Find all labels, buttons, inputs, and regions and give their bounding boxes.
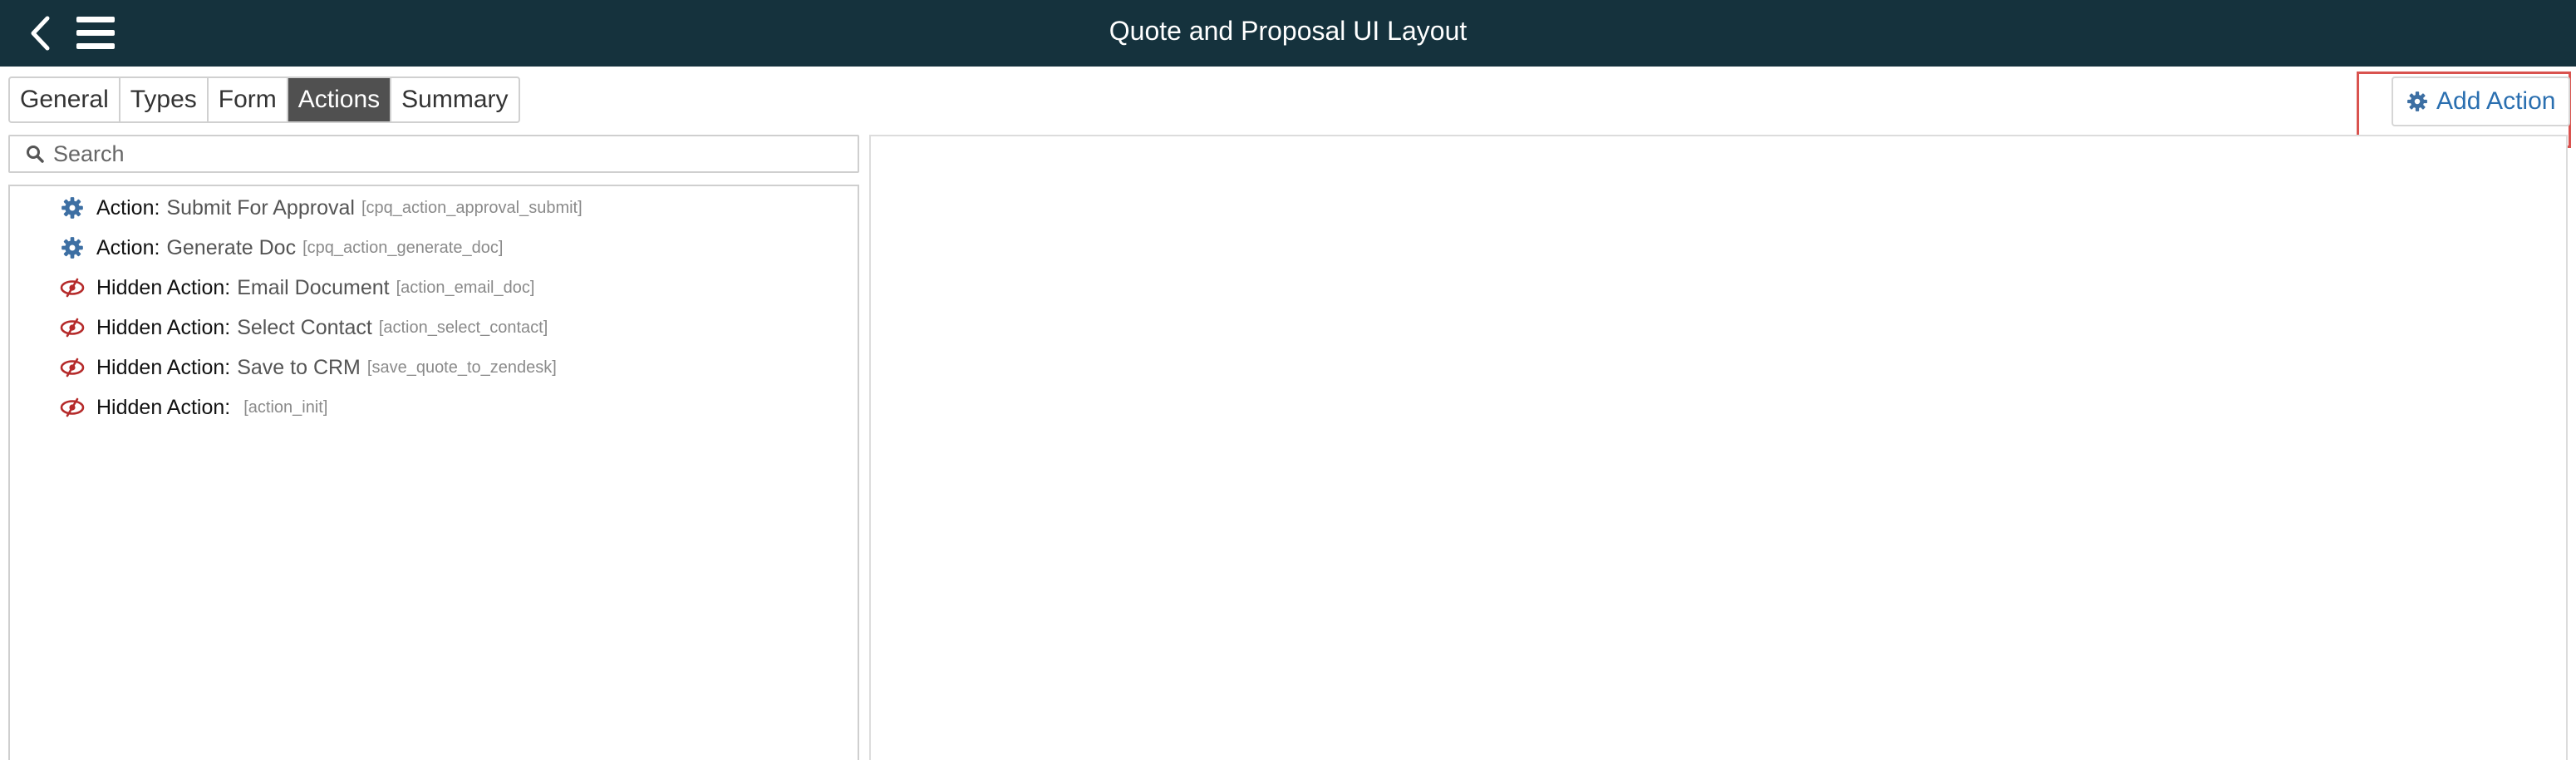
eye-slash-icon (58, 315, 86, 340)
action-code: [cpq_action_generate_doc] (302, 238, 504, 257)
action-name: Submit For Approval (166, 195, 355, 220)
search-icon (27, 146, 44, 163)
top-header-bar: Quote and Proposal UI Layout (0, 0, 2576, 67)
action-name: Save to CRM (237, 355, 361, 379)
action-code: [save_quote_to_zendesk] (366, 358, 557, 377)
chevron-left-icon (31, 16, 50, 51)
tab-actions[interactable]: Actions (288, 78, 392, 121)
action-name: Select Contact (237, 315, 372, 339)
page-title: Quote and Proposal UI Layout (1109, 16, 1467, 46)
list-item-hidden-action[interactable]: Hidden Action: Email Document [action_em… (58, 271, 534, 304)
action-detail-panel (869, 135, 2568, 760)
action-prefix: Hidden Action: (96, 395, 231, 419)
action-code: [action_select_contact] (378, 318, 548, 337)
tab-bar: General Types Form Actions Summary (8, 76, 520, 123)
gear-icon (2407, 91, 2427, 111)
gear-icon (58, 235, 86, 260)
action-prefix: Action: (96, 195, 160, 220)
add-action-button[interactable]: Add Action (2392, 76, 2571, 126)
hamburger-menu-icon (76, 17, 115, 22)
list-item-hidden-action[interactable]: Hidden Action: Select Contact [action_se… (58, 311, 548, 344)
tab-form[interactable]: Form (209, 78, 288, 121)
add-action-label: Add Action (2436, 87, 2556, 115)
tab-summary[interactable]: Summary (391, 78, 518, 121)
action-name: Generate Doc (166, 235, 297, 259)
tab-general[interactable]: General (10, 78, 120, 121)
eye-slash-icon (58, 355, 86, 380)
list-item-action[interactable]: Action: Submit For Approval [cpq_action_… (58, 191, 583, 225)
action-code: [cpq_action_approval_submit] (361, 198, 583, 217)
back-button[interactable] (23, 12, 57, 55)
eye-slash-icon (58, 395, 86, 420)
action-prefix: Hidden Action: (96, 355, 231, 379)
list-item-action[interactable]: Action: Generate Doc [cpq_action_generat… (58, 231, 503, 264)
actions-list-panel: Action: Submit For Approval [cpq_action_… (8, 185, 859, 760)
search-box (8, 135, 859, 173)
hamburger-menu-button[interactable] (75, 15, 116, 52)
action-prefix: Hidden Action: (96, 275, 231, 299)
list-item-hidden-action[interactable]: Hidden Action: [action_init] (58, 391, 327, 424)
action-code: [action_email_doc] (396, 278, 535, 297)
action-prefix: Action: (96, 235, 160, 259)
search-input[interactable] (53, 141, 851, 167)
action-name: Email Document (237, 275, 390, 299)
list-item-hidden-action[interactable]: Hidden Action: Save to CRM [save_quote_t… (58, 351, 557, 384)
action-code: [action_init] (243, 397, 328, 417)
eye-slash-icon (58, 275, 86, 300)
action-prefix: Hidden Action: (96, 315, 231, 339)
tab-types[interactable]: Types (120, 78, 209, 121)
gear-icon (58, 195, 86, 220)
